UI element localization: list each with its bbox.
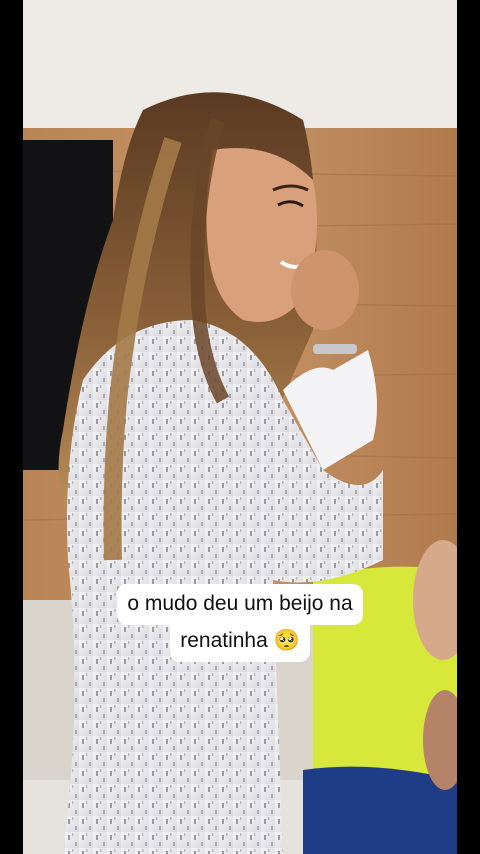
video-frame: o mudo deu um beijo na renatinha 🥺 <box>0 0 480 854</box>
scene-illustration <box>23 0 457 854</box>
caption-line-1: o mudo deu um beijo na <box>117 584 363 625</box>
caption-line-2: renatinha 🥺 <box>170 621 310 662</box>
video-still <box>23 0 457 854</box>
video-caption: o mudo deu um beijo na renatinha 🥺 <box>0 584 480 662</box>
